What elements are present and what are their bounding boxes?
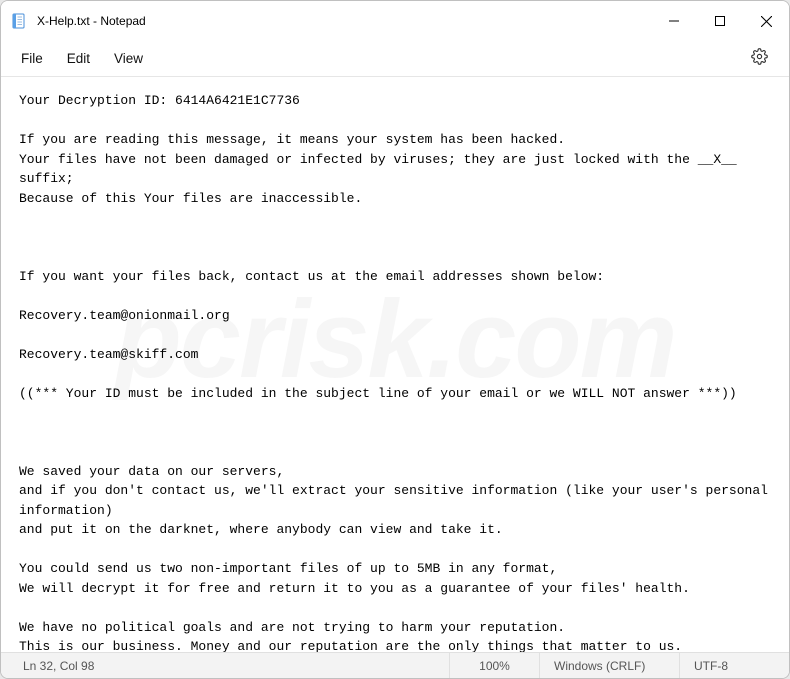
status-zoom[interactable]: 100% xyxy=(449,653,539,678)
status-cursor-position: Ln 32, Col 98 xyxy=(1,653,151,678)
menu-edit[interactable]: Edit xyxy=(55,45,102,72)
notepad-app-icon xyxy=(11,13,27,29)
notepad-window: pcrisk.com X-Help.txt - Notepad xyxy=(0,0,790,679)
text-area[interactable]: Your Decryption ID: 6414A6421E1C7736 If … xyxy=(1,77,789,652)
window-title: X-Help.txt - Notepad xyxy=(37,14,146,28)
menu-view[interactable]: View xyxy=(102,45,155,72)
settings-button[interactable] xyxy=(743,43,775,75)
window-controls xyxy=(651,1,789,41)
titlebar: X-Help.txt - Notepad xyxy=(1,1,789,41)
statusbar: Ln 32, Col 98 100% Windows (CRLF) UTF-8 xyxy=(1,652,789,678)
status-line-ending[interactable]: Windows (CRLF) xyxy=(539,653,679,678)
maximize-button[interactable] xyxy=(697,1,743,41)
minimize-button[interactable] xyxy=(651,1,697,41)
close-button[interactable] xyxy=(743,1,789,41)
menubar: File Edit View xyxy=(1,41,789,77)
menu-file[interactable]: File xyxy=(9,45,55,72)
status-encoding[interactable]: UTF-8 xyxy=(679,653,789,678)
gear-icon xyxy=(751,48,768,70)
document-body: Your Decryption ID: 6414A6421E1C7736 If … xyxy=(19,93,776,652)
